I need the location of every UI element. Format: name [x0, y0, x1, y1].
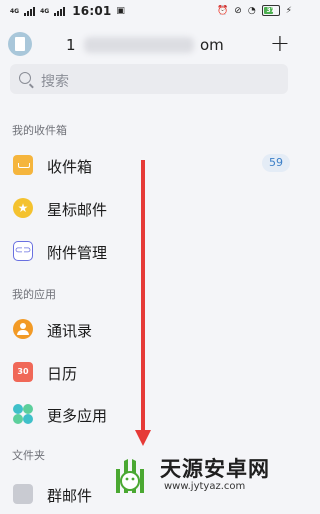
watermark-title: 天源安卓网: [160, 457, 270, 481]
status-time: 16:01: [72, 4, 112, 18]
calendar-icon: 30: [13, 362, 33, 382]
attachment-icon: ⊂⊃: [13, 241, 33, 261]
signal-label-1: 4G: [10, 7, 20, 15]
charging-icon: ⚡: [285, 5, 292, 16]
list-item-starred[interactable]: ★ 星标邮件: [0, 188, 300, 228]
list-item-label: 日历: [47, 365, 78, 383]
section-title-folders: 文件夹: [12, 449, 45, 462]
list-item-label: 通讯录: [47, 322, 93, 340]
watermark: 天源安卓网 www.jytyaz.com: [106, 445, 296, 500]
battery-level: 37: [266, 7, 275, 14]
avatar[interactable]: [8, 32, 32, 56]
annotation-arrow-head: [135, 430, 151, 446]
signal-bars-icon: [24, 6, 36, 16]
section-title-apps: 我的应用: [12, 288, 56, 301]
status-left: 4G 4G 16:01 ▣: [10, 4, 125, 18]
annotation-arrow-line: [141, 160, 145, 440]
list-item-calendar[interactable]: 30 日历: [0, 352, 300, 392]
list-item-attachments[interactable]: ⊂⊃ 附件管理: [0, 231, 300, 271]
wifi-icon: ◔: [247, 5, 256, 16]
search-icon: [19, 72, 31, 84]
group-mail-icon: [13, 484, 33, 504]
list-item-inbox[interactable]: 收件箱 59: [0, 145, 300, 185]
list-item-more-apps[interactable]: 更多应用: [0, 394, 300, 434]
account-prefix[interactable]: 1: [66, 36, 76, 54]
account-redacted: [84, 37, 194, 53]
signal-bars-icon: [54, 6, 66, 16]
unread-count-badge: 59: [262, 154, 290, 172]
star-icon: ★: [13, 198, 33, 218]
more-apps-icon: [13, 404, 33, 424]
list-item-label: 群邮件: [47, 487, 93, 505]
contacts-icon: [13, 319, 33, 339]
section-title-mailbox: 我的收件箱: [12, 124, 67, 137]
watermark-url: www.jytyaz.com: [164, 481, 246, 492]
account-suffix[interactable]: om: [200, 36, 224, 54]
list-item-label: 收件箱: [47, 158, 93, 176]
status-bar: 4G 4G 16:01 ▣ ⏰ ⊘ ◔ 37 ⚡: [0, 0, 300, 26]
list-item-label: 附件管理: [47, 244, 108, 262]
list-item-label: 星标邮件: [47, 201, 108, 219]
search-placeholder: 搜索: [41, 74, 69, 90]
list-item-label: 更多应用: [47, 407, 108, 425]
header: 1 om +: [0, 28, 300, 62]
watermark-logo: [116, 459, 144, 493]
signal-label-2: 4G: [40, 7, 50, 15]
add-button[interactable]: +: [270, 30, 290, 56]
battery-icon: 37: [261, 5, 280, 16]
status-right: ⏰ ⊘ ◔ 37 ⚡: [217, 5, 292, 16]
inbox-icon: [13, 155, 33, 175]
search-bar[interactable]: 搜索: [10, 64, 288, 94]
list-item-contacts[interactable]: 通讯录: [0, 309, 300, 349]
mute-icon: ⊘: [234, 5, 242, 16]
notification-icon: ▣: [116, 6, 125, 16]
alarm-icon: ⏰: [217, 5, 229, 16]
